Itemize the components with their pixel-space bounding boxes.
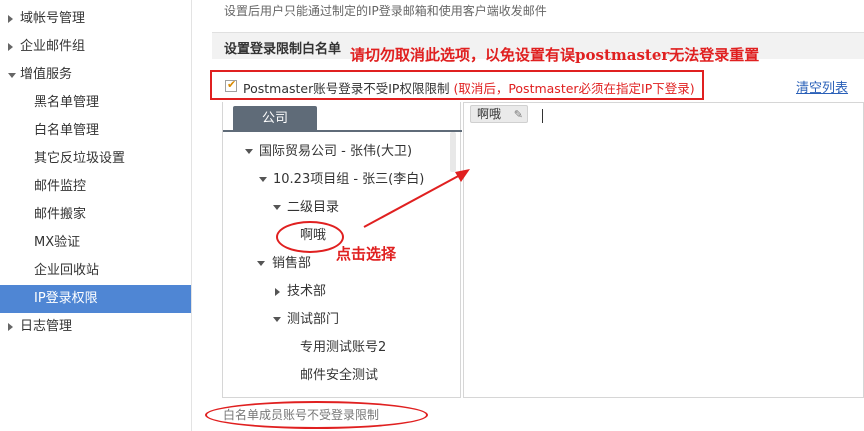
sidebar-item-label: 增值服务	[20, 67, 73, 82]
text-cursor	[542, 109, 543, 123]
sidebar-item-label: 日志管理	[20, 319, 73, 334]
tree-node-label: 测试部门	[287, 312, 340, 327]
sidebar-item-label: 企业回收站	[34, 263, 100, 278]
clear-list-link[interactable]: 清空列表	[796, 77, 848, 96]
chevron-right-icon	[8, 323, 13, 331]
sidebar-item-label: 邮件监控	[34, 179, 87, 194]
sidebar-item-domain-accounts[interactable]: 域帐号管理	[0, 5, 191, 33]
sidebar-item-label: 其它反垃圾设置	[34, 151, 126, 166]
caret-down-icon[interactable]	[257, 261, 265, 266]
whitelist-member-tag[interactable]: 啊哦 ✎	[470, 105, 529, 123]
annotation-ellipse-node	[276, 221, 344, 253]
click-annotation: 点击选择	[336, 245, 397, 263]
sidebar-item-ip-login[interactable]: IP登录权限	[0, 285, 191, 313]
member-tag-label: 啊哦	[477, 107, 502, 121]
sidebar-item-label: 域帐号管理	[20, 11, 86, 26]
tree-node-label: 国际贸易公司 - 张伟(大卫)	[259, 144, 413, 159]
chevron-right-icon	[8, 15, 13, 23]
checkmark-icon: ✔	[227, 78, 237, 91]
tree-node-label: 邮件安全测试	[300, 368, 379, 383]
tree-node-label: 销售部	[272, 256, 312, 271]
checkbox-note: (取消后，Postmaster必须在指定IP下登录)	[453, 81, 695, 96]
tab-company[interactable]: 公司	[233, 106, 317, 132]
sidebar-item-label: IP登录权限	[34, 291, 98, 306]
sidebar-item-value-added[interactable]: 增值服务	[0, 61, 191, 89]
sidebar-item-mail-migration[interactable]: 邮件搬家	[0, 201, 191, 229]
warning-annotation: 请切勿取消此选项，以免设置有误postmaster无法登录重置	[350, 46, 760, 64]
sidebar-item-recycle-bin[interactable]: 企业回收站	[0, 257, 191, 285]
ip-restriction-hint: 设置后用户只能通过制定的IP登录邮箱和使用客户端收发邮件	[224, 4, 547, 18]
caret-down-icon[interactable]	[245, 149, 253, 154]
tree-node-label: 10.23项目组 - 张三(李白)	[273, 172, 425, 187]
sidebar-item-mx-verify[interactable]: MX验证	[0, 229, 191, 257]
sidebar-item-label: 黑名单管理	[34, 95, 100, 110]
sidebar-item-blacklist[interactable]: 黑名单管理	[0, 89, 191, 117]
sidebar-item-mail-groups[interactable]: 企业邮件组	[0, 33, 191, 61]
sidebar-item-antispam[interactable]: 其它反垃圾设置	[0, 145, 191, 173]
sidebar-item-label: 白名单管理	[34, 123, 100, 138]
caret-down-icon[interactable]	[273, 205, 281, 210]
section-title: 设置登录限制白名单	[224, 42, 342, 57]
sidebar-item-label: 邮件搬家	[34, 207, 87, 222]
caret-down-icon[interactable]	[259, 177, 267, 182]
tree-node-label: 二级目录	[287, 200, 340, 215]
sidebar-item-label: MX验证	[34, 235, 81, 250]
sidebar-nav: 域帐号管理 企业邮件组 增值服务 黑名单管理 白名单管理 其它反垃圾设置 邮件监…	[0, 0, 192, 431]
postmaster-exempt-option: ✔ Postmaster账号登录不受IP权限限制 (取消后，Postmaster…	[210, 70, 704, 100]
whitelist-members-panel[interactable]: 啊哦 ✎	[463, 102, 864, 398]
caret-down-icon[interactable]	[273, 317, 281, 322]
tree-scrollbar[interactable]	[450, 132, 456, 172]
caret-right-icon[interactable]	[275, 288, 280, 296]
sidebar-item-log-management[interactable]: 日志管理	[0, 313, 191, 341]
chevron-right-icon	[8, 43, 13, 51]
tree-node-label: 专用测试账号2	[300, 340, 387, 355]
tree-tab-bar: 公司	[223, 102, 462, 132]
postmaster-exempt-checkbox[interactable]: ✔	[225, 78, 237, 92]
sidebar-item-whitelist[interactable]: 白名单管理	[0, 117, 191, 145]
pencil-icon[interactable]: ✎	[514, 107, 523, 123]
sidebar-item-mail-monitor[interactable]: 邮件监控	[0, 173, 191, 201]
annotation-ellipse-footer	[205, 401, 428, 429]
sidebar-item-label: 企业邮件组	[20, 39, 86, 54]
checkbox-label-text: Postmaster账号登录不受IP权限限制	[243, 81, 454, 96]
chevron-down-icon	[8, 73, 16, 78]
postmaster-exempt-label[interactable]: Postmaster账号登录不受IP权限限制 (取消后，Postmaster必须…	[243, 78, 695, 97]
tree-node-label: 技术部	[287, 284, 327, 299]
